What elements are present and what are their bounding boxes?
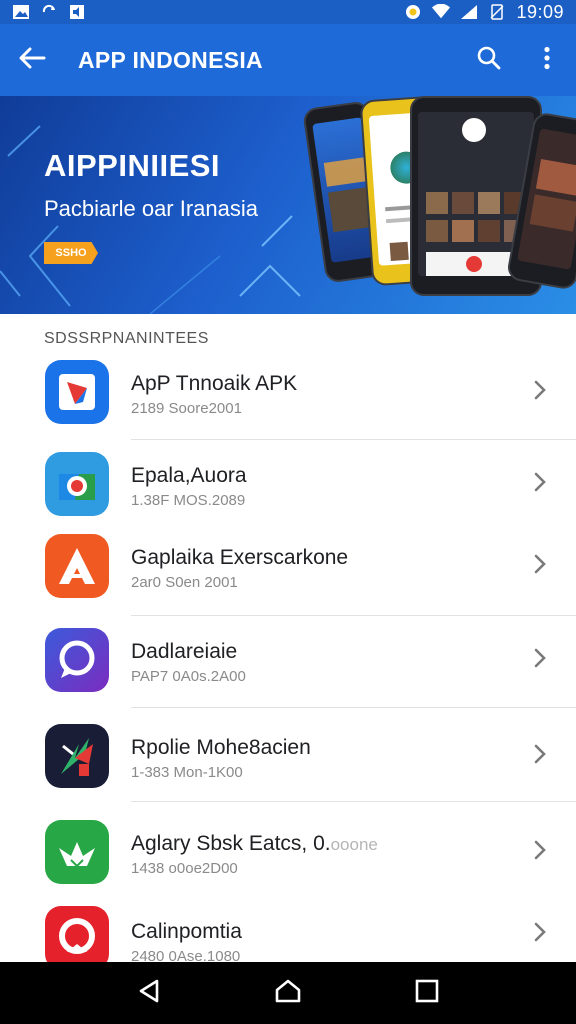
app-name-text: Aglary Sbsk Eatcs, 0. (131, 832, 331, 855)
app-meta: 2ar0 S0en 2001 (131, 574, 238, 591)
chat-bubble-app-icon (45, 628, 109, 692)
nav-home-button[interactable] (264, 969, 312, 1017)
app-bar: APP INDONESIA (0, 24, 576, 96)
banner-subtitle: Pacbiarle oar Iranasia (44, 196, 259, 221)
list-divider (131, 801, 576, 802)
chevron-right-icon (528, 742, 552, 766)
nav-home-icon (274, 978, 302, 1009)
wifi-icon (432, 4, 451, 20)
list-item[interactable]: Epala,Auora 1.38F MOS.2089 (0, 440, 576, 532)
app-name: Calinpomtia (131, 920, 242, 943)
page-title: APP INDONESIA (78, 46, 263, 73)
app-meta: 1438 o0oe2D00 (131, 860, 238, 877)
sound-icon (68, 4, 86, 20)
settings-notification-icon (404, 4, 422, 20)
app-meta: 1.38F MOS.2089 (131, 492, 246, 509)
nav-back-button[interactable] (125, 969, 173, 1017)
back-button[interactable] (0, 24, 64, 96)
arrow-back-icon (18, 47, 46, 74)
status-right-icons: 19:09 (404, 2, 564, 23)
app-meta: 1-383 Mon-1K00 (131, 764, 243, 781)
app-name-faded-text: ooone (330, 835, 378, 854)
app-name: Dadlareiaie (131, 640, 238, 663)
nav-recents-icon (414, 979, 440, 1008)
banner-phones-illustration (300, 96, 576, 314)
no-sim-icon (488, 4, 506, 20)
nav-back-icon (137, 978, 161, 1009)
app-name: Rpolie Mohe8acien (131, 736, 311, 759)
status-left-icons (12, 4, 86, 20)
more-vert-icon (543, 46, 551, 75)
status-time: 19:09 (516, 1, 564, 22)
app-name: Aglary Sbsk Eatcs, 0.ooone (131, 832, 378, 856)
chevron-right-icon (528, 378, 552, 402)
a-logo-app-icon (45, 534, 109, 598)
app-name: Epala,Auora (131, 464, 247, 487)
signal-icon (460, 4, 478, 20)
chevron-right-icon (528, 838, 552, 862)
app-meta: 2189 Soore2001 (131, 400, 242, 417)
banner-title: AIPPINIIESI (44, 148, 221, 183)
list-item[interactable]: Rpolie Mohe8acien 1-383 Mon-1K00 (0, 710, 576, 802)
more-options-button[interactable] (518, 24, 576, 96)
search-icon (476, 45, 502, 76)
ring-app-icon (45, 906, 109, 970)
list-item[interactable]: ApP Tnnoaik APK 2189 Soore2001 (0, 348, 576, 440)
chevron-right-icon (528, 920, 552, 944)
bolt-app-icon (45, 724, 109, 788)
system-nav-bar (0, 962, 576, 1024)
camera-app-icon (45, 452, 109, 516)
app-meta: PAP7 0A0s.2A00 (131, 668, 246, 685)
nav-recents-button[interactable] (403, 969, 451, 1017)
chevron-right-icon (528, 646, 552, 670)
list-item[interactable]: Aglary Sbsk Eatcs, 0.ooone 1438 o0oe2D00 (0, 806, 576, 898)
kite-app-icon (45, 360, 109, 424)
status-bar: 19:09 (0, 0, 576, 24)
promo-banner[interactable]: AIPPINIIESI Pacbiarle oar Iranasia SSHO (0, 96, 576, 314)
list-divider (131, 707, 576, 708)
app-name: Gaplaika Exerscarkone (131, 546, 349, 569)
chevron-right-icon (528, 470, 552, 494)
list-item[interactable]: Gaplaika Exerscarkone 2ar0 S0en 2001 (0, 522, 576, 616)
search-button[interactable] (460, 24, 518, 96)
app-name: ApP Tnnoaik APK (131, 372, 298, 395)
banner-badge[interactable]: SSHO (44, 242, 98, 264)
sync-icon (40, 4, 58, 20)
list-item[interactable]: Dadlareiaie PAP7 0A0s.2A00 (0, 616, 576, 708)
bird-app-icon (45, 820, 109, 884)
section-header: SDSSRPNANINTEES (44, 330, 209, 347)
chevron-right-icon (528, 552, 552, 576)
image-icon (12, 4, 30, 20)
